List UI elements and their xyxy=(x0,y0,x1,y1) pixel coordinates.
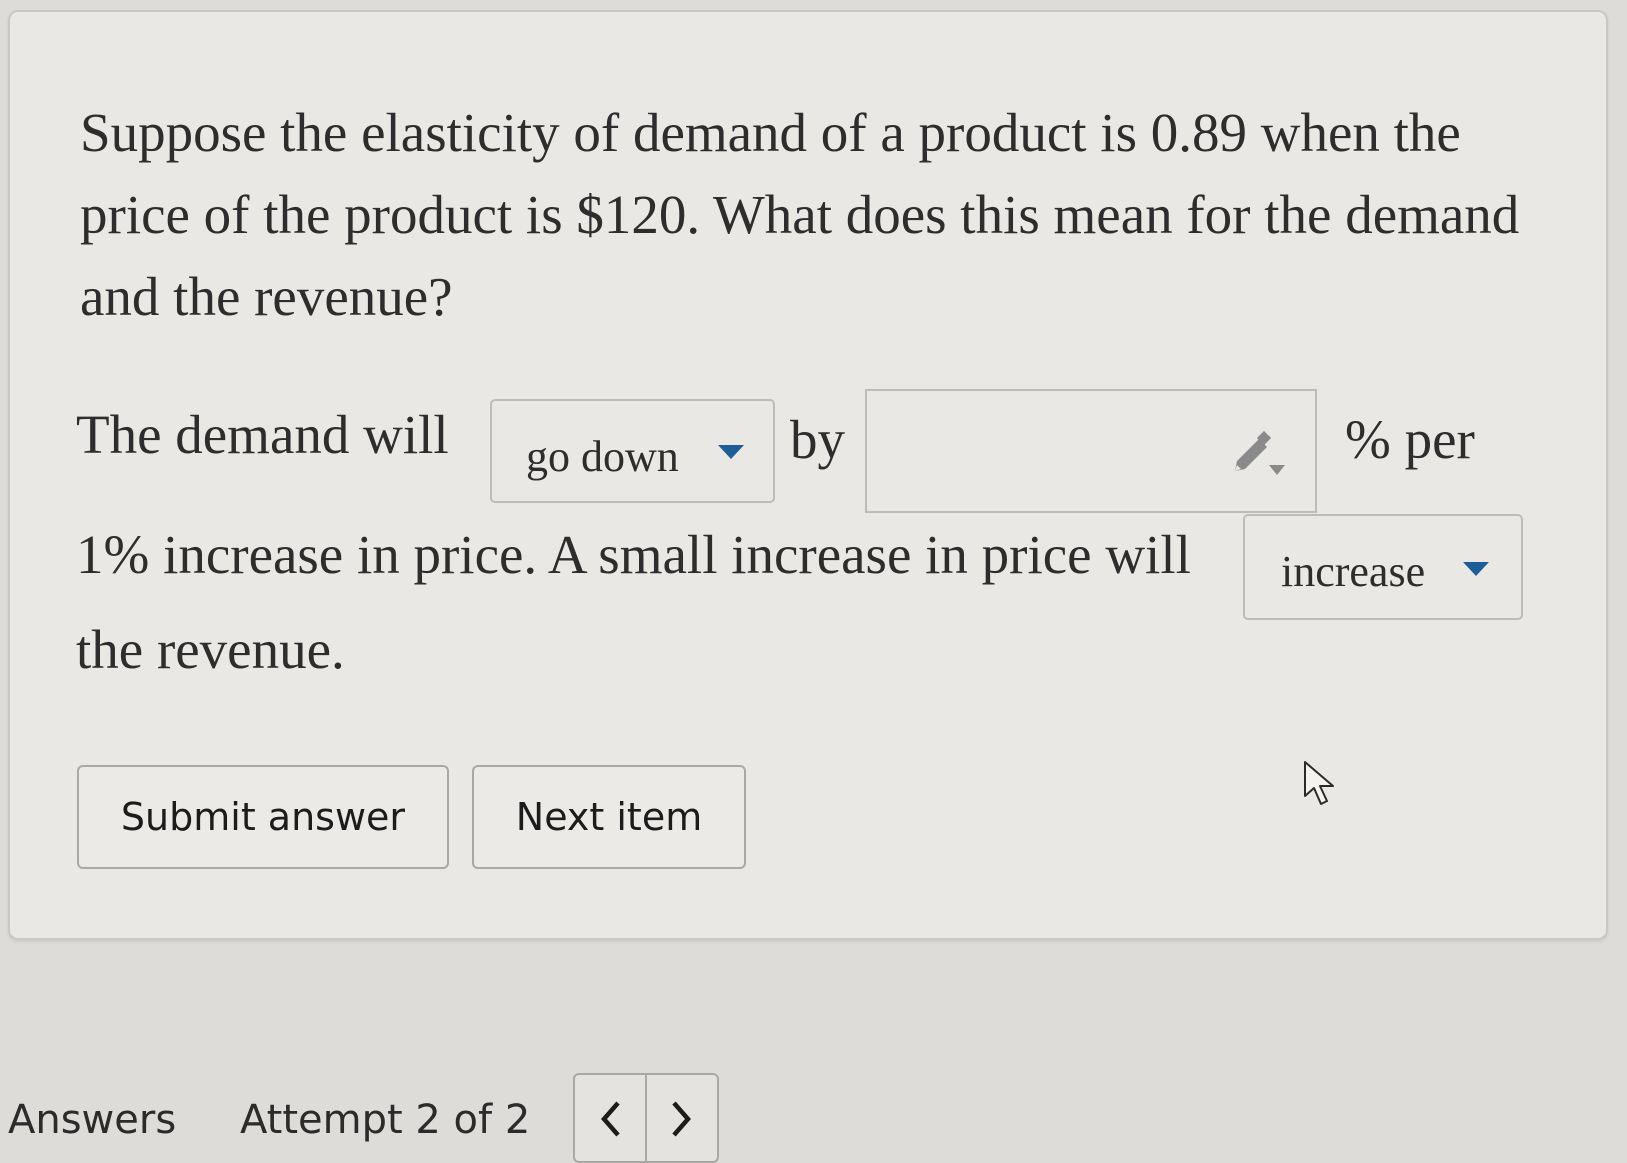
next-item-button[interactable]: Next item xyxy=(472,765,746,869)
submit-answer-button[interactable]: Submit answer xyxy=(77,765,449,869)
question-text: Suppose the elasticity of demand of a pr… xyxy=(80,102,1520,327)
chevron-left-icon xyxy=(601,1101,620,1137)
previous-attempt-button[interactable] xyxy=(575,1075,645,1161)
percent-input[interactable] xyxy=(865,389,1317,513)
the-revenue-text: the revenue. xyxy=(76,619,345,680)
percent-per-label: % per xyxy=(1345,409,1475,470)
pencil-dropdown-icon[interactable] xyxy=(1231,431,1287,479)
demand-will-label: The demand will xyxy=(76,404,449,465)
by-label: by xyxy=(790,409,845,470)
next-attempt-button[interactable] xyxy=(645,1075,717,1161)
revenue-effect-value: increase xyxy=(1281,547,1426,596)
chevron-right-icon xyxy=(672,1101,691,1137)
chevron-down-icon xyxy=(718,445,744,459)
demand-direction-select[interactable]: go down xyxy=(490,399,775,503)
attempt-pager xyxy=(573,1073,719,1163)
increase-in-price-text: 1% increase in price. A small increase i… xyxy=(76,524,1191,585)
chevron-down-icon xyxy=(1463,562,1489,576)
attempt-label: Attempt 2 of 2 xyxy=(240,1097,531,1143)
question-card: Suppose the elasticity of demand of a pr… xyxy=(8,10,1608,940)
mouse-cursor-icon xyxy=(1304,761,1334,805)
demand-direction-value: go down xyxy=(526,432,679,481)
revenue-effect-select[interactable]: increase xyxy=(1243,514,1523,620)
answers-label: Answers xyxy=(8,1097,177,1143)
